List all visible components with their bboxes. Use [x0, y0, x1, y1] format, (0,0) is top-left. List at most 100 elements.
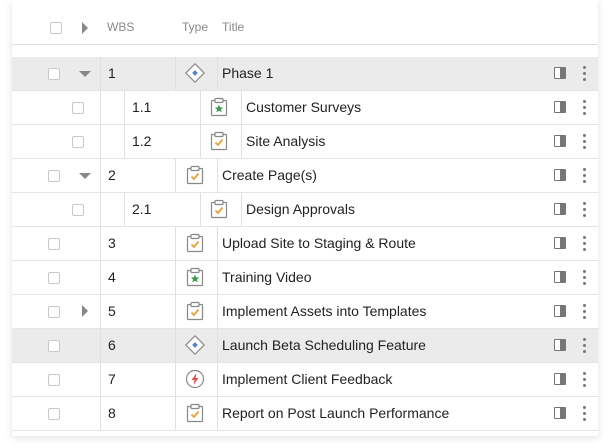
clipboard-task-icon	[184, 164, 206, 186]
column-divider	[100, 295, 101, 328]
details-panel-icon[interactable]	[554, 237, 566, 249]
task-title[interactable]: Customer Surveys	[246, 99, 361, 115]
expand-caret-icon[interactable]	[82, 305, 88, 317]
task-title[interactable]: Report on Post Launch Performance	[222, 405, 449, 421]
wbs-cell: 2.1	[132, 201, 152, 217]
details-panel-icon[interactable]	[554, 203, 566, 215]
table-row[interactable]: 7 Implement Client Feedback	[12, 363, 598, 397]
details-panel-icon[interactable]	[554, 305, 566, 317]
table-row[interactable]: 5 Implement Assets into Templates	[12, 295, 598, 329]
column-divider	[241, 193, 242, 226]
details-panel-icon[interactable]	[554, 271, 566, 283]
more-options-icon[interactable]	[583, 372, 586, 387]
column-divider	[175, 397, 176, 430]
lightning-issue-icon	[184, 368, 206, 390]
column-header-wbs[interactable]: WBS	[107, 20, 134, 34]
column-divider	[175, 227, 176, 260]
details-panel-icon[interactable]	[554, 135, 566, 147]
column-divider	[217, 159, 218, 192]
work-breakdown-grid: WBS Type Title 1 Phase 1 1.1 Customer Sur…	[12, 0, 598, 436]
task-title[interactable]: Design Approvals	[246, 201, 355, 217]
table-row[interactable]: 8 Report on Post Launch Performance	[12, 397, 598, 431]
task-title[interactable]: Training Video	[222, 269, 312, 285]
details-panel-icon[interactable]	[554, 67, 566, 79]
more-options-icon[interactable]	[583, 406, 586, 421]
select-all-checkbox[interactable]	[50, 22, 62, 34]
more-options-icon[interactable]	[583, 338, 586, 353]
clipboard-task-icon	[208, 198, 230, 220]
column-divider	[217, 295, 218, 328]
grid-header: WBS Type Title	[12, 0, 598, 45]
star-deliverable-icon	[184, 266, 206, 288]
task-title[interactable]: Phase 1	[222, 65, 273, 81]
column-divider	[217, 227, 218, 260]
column-divider	[200, 193, 201, 226]
more-options-icon[interactable]	[583, 236, 586, 251]
row-checkbox[interactable]	[48, 68, 60, 80]
task-title[interactable]: Implement Client Feedback	[222, 371, 392, 387]
details-panel-icon[interactable]	[554, 339, 566, 351]
more-options-icon[interactable]	[583, 304, 586, 319]
row-checkbox[interactable]	[72, 102, 84, 114]
wbs-cell: 3	[108, 235, 116, 251]
column-divider	[241, 91, 242, 124]
column-header-title[interactable]: Title	[222, 20, 244, 34]
column-divider	[100, 329, 101, 362]
row-checkbox[interactable]	[48, 408, 60, 420]
more-options-icon[interactable]	[583, 134, 586, 149]
clipboard-task-icon	[184, 232, 206, 254]
column-header-type[interactable]: Type	[182, 20, 208, 34]
row-checkbox[interactable]	[48, 170, 60, 182]
column-divider	[217, 363, 218, 396]
wbs-cell: 1	[108, 65, 116, 81]
details-panel-icon[interactable]	[554, 407, 566, 419]
column-divider	[124, 125, 125, 158]
row-checkbox[interactable]	[48, 238, 60, 250]
row-checkbox[interactable]	[48, 272, 60, 284]
column-divider	[100, 261, 101, 294]
table-row[interactable]: 2.1 Design Approvals	[12, 193, 598, 227]
task-title[interactable]: Upload Site to Staging & Route	[222, 235, 416, 251]
column-divider	[100, 397, 101, 430]
column-divider	[100, 363, 101, 396]
more-options-icon[interactable]	[583, 168, 586, 183]
row-checkbox[interactable]	[72, 136, 84, 148]
column-divider	[175, 295, 176, 328]
table-row[interactable]: 3 Upload Site to Staging & Route	[12, 227, 598, 261]
table-row[interactable]: 1.2 Site Analysis	[12, 125, 598, 159]
column-divider	[100, 57, 101, 90]
column-divider	[217, 261, 218, 294]
table-row[interactable]: 6 Launch Beta Scheduling Feature	[12, 329, 598, 363]
row-checkbox[interactable]	[48, 340, 60, 352]
more-options-icon[interactable]	[583, 100, 586, 115]
table-row[interactable]: 1.1 Customer Surveys	[12, 91, 598, 125]
task-title[interactable]: Create Page(s)	[222, 167, 317, 183]
column-divider	[200, 91, 201, 124]
details-panel-icon[interactable]	[554, 169, 566, 181]
row-checkbox[interactable]	[48, 306, 60, 318]
wbs-cell: 6	[108, 337, 116, 353]
more-options-icon[interactable]	[583, 270, 586, 285]
more-options-icon[interactable]	[583, 202, 586, 217]
row-checkbox[interactable]	[48, 374, 60, 386]
column-divider	[217, 57, 218, 90]
table-row[interactable]: 1 Phase 1	[12, 57, 598, 91]
task-title[interactable]: Launch Beta Scheduling Feature	[222, 337, 426, 353]
table-row[interactable]: 2 Create Page(s)	[12, 159, 598, 193]
column-divider	[100, 159, 101, 192]
table-row[interactable]: 4 Training Video	[12, 261, 598, 295]
wbs-cell: 2	[108, 167, 116, 183]
wbs-cell: 5	[108, 303, 116, 319]
details-panel-icon[interactable]	[554, 373, 566, 385]
more-options-icon[interactable]	[583, 66, 586, 81]
collapse-caret-icon[interactable]	[79, 173, 91, 179]
details-panel-icon[interactable]	[554, 101, 566, 113]
diamond-milestone-icon	[184, 334, 206, 356]
collapse-caret-icon[interactable]	[79, 71, 91, 77]
star-deliverable-icon	[208, 96, 230, 118]
expand-all-caret-icon[interactable]	[82, 22, 88, 34]
task-title[interactable]: Site Analysis	[246, 133, 325, 149]
wbs-cell: 8	[108, 405, 116, 421]
row-checkbox[interactable]	[72, 204, 84, 216]
task-title[interactable]: Implement Assets into Templates	[222, 303, 426, 319]
